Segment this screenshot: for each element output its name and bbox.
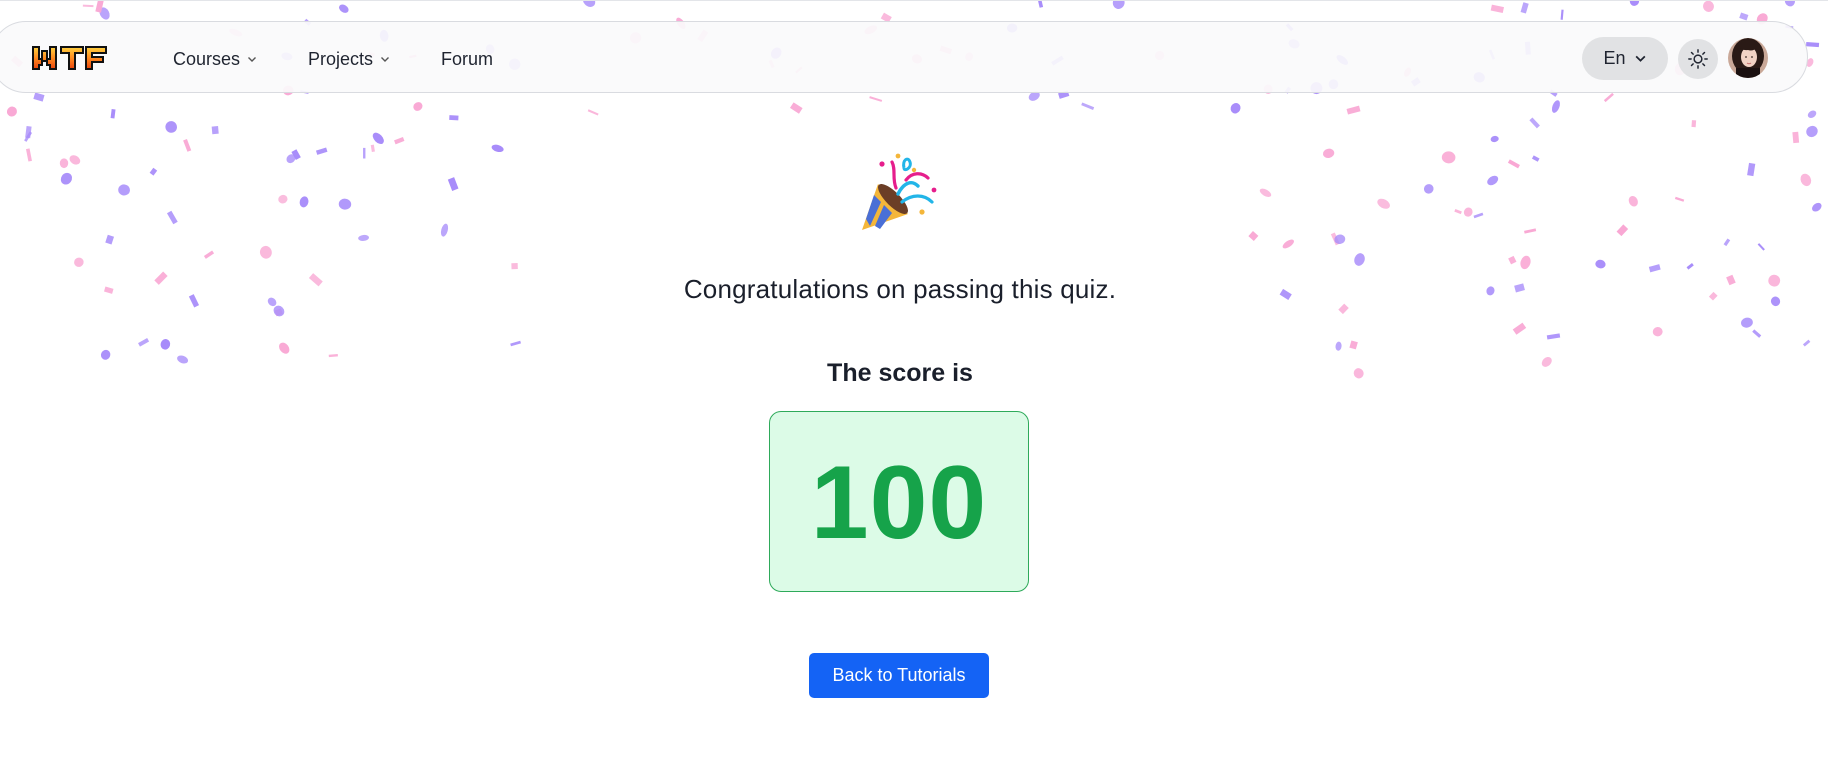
- back-to-tutorials-button[interactable]: Back to Tutorials: [809, 653, 989, 698]
- party-popper-icon: [852, 150, 942, 238]
- score-label: The score is: [827, 359, 973, 387]
- score-value: 100: [810, 444, 988, 561]
- congratulations-message: Congratulations on passing this quiz.: [683, 274, 1117, 304]
- score-box: 100: [769, 411, 1029, 592]
- quiz-result-section: Congratulations on passing this quiz. Th…: [0, 0, 1828, 771]
